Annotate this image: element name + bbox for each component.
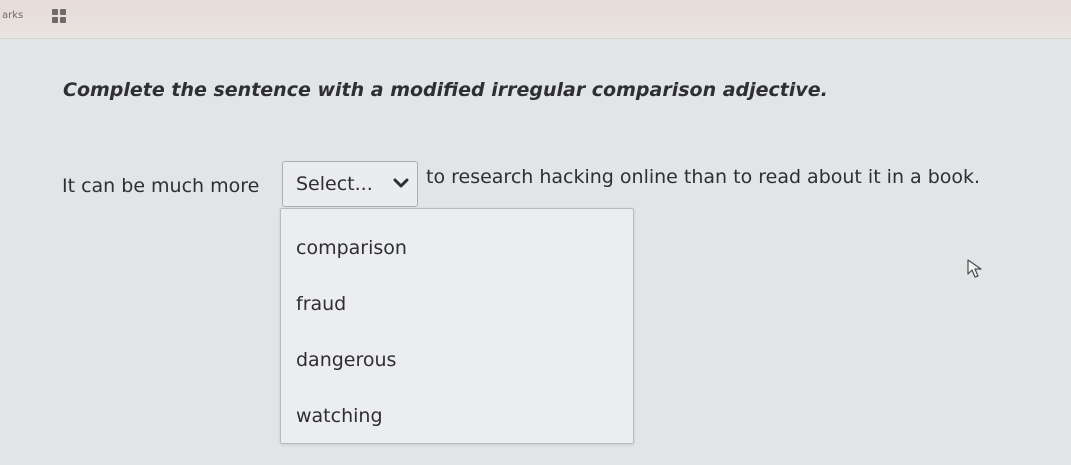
option-fraud[interactable]: fraud [296,293,346,315]
question-instruction: Complete the sentence with a modified ir… [63,79,828,101]
top-bar-label: arks [2,10,24,21]
option-dangerous[interactable]: dangerous [296,349,396,371]
option-watching[interactable]: watching [296,405,383,427]
sentence-start: It can be much more [62,175,260,197]
grid-icon[interactable] [52,9,66,23]
top-bar: arks [0,0,1071,39]
answer-dropdown-menu: comparison fraud dangerous watching [280,208,634,444]
answer-select[interactable]: Select... [282,161,418,207]
answer-select-value: Select... [296,173,373,195]
mouse-pointer-icon [967,259,982,278]
chevron-down-icon [393,178,409,188]
option-comparison[interactable]: comparison [296,237,407,259]
sentence-end: to research hacking online than to read … [426,166,981,188]
